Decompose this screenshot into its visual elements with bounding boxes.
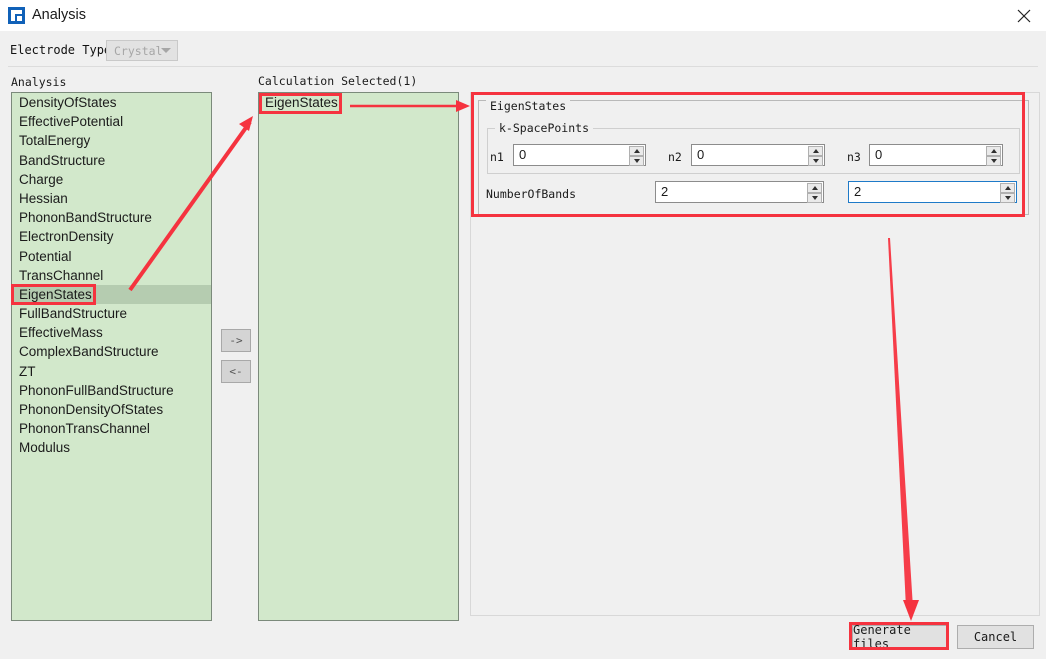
list-item-label: PhononFullBandStructure xyxy=(19,383,174,398)
list-item[interactable]: TotalEnergy xyxy=(12,131,211,150)
list-item[interactable]: Hessian xyxy=(12,189,211,208)
numberofbands-stepper-2[interactable] xyxy=(1000,183,1015,203)
n2-step-up[interactable] xyxy=(808,146,823,156)
kspacepoints-group-title: k-SpacePoints xyxy=(495,122,593,134)
list-item[interactable]: FullBandStructure xyxy=(12,304,211,323)
remove-from-selection-button[interactable]: <- xyxy=(221,360,251,383)
n2-label: n2 xyxy=(668,150,682,164)
n3-stepper[interactable] xyxy=(986,146,1001,166)
numberofbands-value-2: 2 xyxy=(854,184,861,199)
n2-step-down[interactable] xyxy=(808,156,823,166)
n3-step-up[interactable] xyxy=(986,146,1001,156)
list-item-label: DensityOfStates xyxy=(19,95,117,110)
n2-stepper[interactable] xyxy=(808,146,823,166)
list-item[interactable]: ElectronDensity xyxy=(12,227,211,246)
list-item-label: PhononTransChannel xyxy=(19,421,150,436)
numberofbands-step-down-2[interactable] xyxy=(1000,193,1015,203)
list-item[interactable]: PhononTransChannel xyxy=(12,419,211,438)
list-item-label: TransChannel xyxy=(19,268,103,283)
list-item[interactable]: EigenStates xyxy=(12,285,211,304)
n3-step-down[interactable] xyxy=(986,156,1001,166)
list-item[interactable]: ComplexBandStructure xyxy=(12,342,211,361)
numberofbands-stepper-1[interactable] xyxy=(807,183,822,203)
n3-value: 0 xyxy=(875,147,882,162)
electrode-type-label: Electrode Type xyxy=(10,43,111,57)
list-item-label: EffectiveMass xyxy=(19,325,103,340)
analysis-list[interactable]: DensityOfStates EffectivePotential TotalEn… xyxy=(11,92,212,621)
numberofbands-step-up-1[interactable] xyxy=(807,183,822,193)
list-item[interactable]: Charge xyxy=(12,170,211,189)
window-title-bar: Analysis xyxy=(0,0,1046,32)
cancel-button[interactable]: Cancel xyxy=(957,625,1034,649)
n1-stepper[interactable] xyxy=(629,146,644,166)
numberofbands-spinbox-2[interactable]: 2 xyxy=(848,181,1017,203)
electrode-type-value: Crystal xyxy=(114,44,162,58)
list-item-label: BandStructure xyxy=(19,153,105,168)
numberofbands-step-down-1[interactable] xyxy=(807,193,822,203)
numberofbands-value-1: 2 xyxy=(661,184,668,199)
list-item[interactable]: EigenStates xyxy=(259,93,458,112)
n3-spinbox[interactable]: 0 xyxy=(869,144,1003,166)
n1-value: 0 xyxy=(519,147,526,162)
list-item-label: FullBandStructure xyxy=(19,306,127,321)
list-item-label: EffectivePotential xyxy=(19,114,123,129)
list-item[interactable]: EffectivePotential xyxy=(12,112,211,131)
n1-step-up[interactable] xyxy=(629,146,644,156)
list-item[interactable]: Modulus xyxy=(12,438,211,457)
close-icon[interactable] xyxy=(1001,0,1046,31)
list-item-label: ComplexBandStructure xyxy=(19,344,159,359)
selected-list-caption: Calculation Selected(1) xyxy=(258,74,417,88)
chevron-down-icon xyxy=(161,48,171,53)
selected-calculations-list[interactable]: EigenStates xyxy=(258,92,459,621)
list-item-label: PhononDensityOfStates xyxy=(19,402,163,417)
list-item-label: ZT xyxy=(19,364,36,379)
list-item-label: Hessian xyxy=(19,191,68,206)
list-item[interactable]: Potential xyxy=(12,247,211,266)
list-item[interactable]: EffectiveMass xyxy=(12,323,211,342)
list-item[interactable]: PhononDensityOfStates xyxy=(12,400,211,419)
n2-value: 0 xyxy=(697,147,704,162)
list-item[interactable]: TransChannel xyxy=(12,266,211,285)
list-item[interactable]: PhononFullBandStructure xyxy=(12,381,211,400)
list-item-label: Potential xyxy=(19,249,72,264)
list-item[interactable]: PhononBandStructure xyxy=(12,208,211,227)
header-divider xyxy=(8,66,1038,67)
list-item-label: Charge xyxy=(19,172,63,187)
list-item-label: Modulus xyxy=(19,440,70,455)
list-item-label: EigenStates xyxy=(265,95,338,110)
eigenstates-group-title: EigenStates xyxy=(486,100,570,112)
numberofbands-label: NumberOfBands xyxy=(486,187,576,201)
list-item[interactable]: BandStructure xyxy=(12,151,211,170)
electrode-type-select[interactable]: Crystal xyxy=(106,40,178,61)
list-item[interactable]: ZT xyxy=(12,362,211,381)
list-item-label: ElectronDensity xyxy=(19,229,114,244)
analysis-list-caption: Analysis xyxy=(11,75,66,89)
list-item-label: EigenStates xyxy=(19,287,92,302)
n1-label: n1 xyxy=(490,150,504,164)
list-item-label: TotalEnergy xyxy=(19,133,90,148)
numberofbands-step-up-2[interactable] xyxy=(1000,183,1015,193)
generate-files-button[interactable]: Generate files xyxy=(852,625,948,649)
n1-step-down[interactable] xyxy=(629,156,644,166)
n1-spinbox[interactable]: 0 xyxy=(513,144,646,166)
list-item-label: PhononBandStructure xyxy=(19,210,152,225)
numberofbands-spinbox-1[interactable]: 2 xyxy=(655,181,824,203)
app-icon xyxy=(8,7,25,24)
list-item[interactable]: DensityOfStates xyxy=(12,93,211,112)
n2-spinbox[interactable]: 0 xyxy=(691,144,825,166)
window-title: Analysis xyxy=(32,7,86,23)
add-to-selection-button[interactable]: -> xyxy=(221,329,251,352)
n3-label: n3 xyxy=(847,150,861,164)
